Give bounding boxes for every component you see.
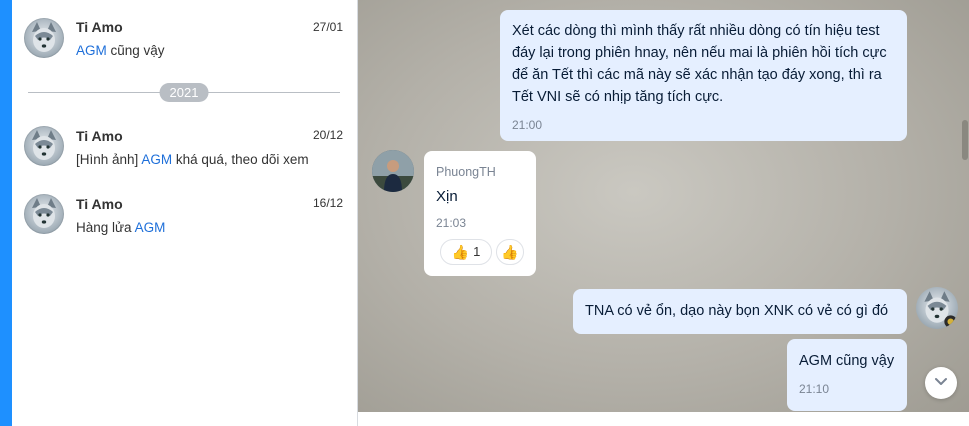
message-text: Xịn <box>436 188 458 205</box>
preview-prefix: Hàng lửa <box>76 220 135 235</box>
keyword-highlight: AGM <box>141 152 173 167</box>
message-time: 21:10 <box>799 382 830 396</box>
person-avatar[interactable] <box>372 150 414 192</box>
year-label: 2021 <box>159 83 209 102</box>
conversation-preview: AGM cũng vậy <box>76 43 165 58</box>
add-reaction-button[interactable]: 👍 <box>496 239 524 265</box>
keyword-highlight: AGM <box>76 43 107 58</box>
chat-panel: Xét các dòng thì mình thấy rất nhiều dòn… <box>357 0 969 426</box>
conversation-date: 16/12 <box>312 196 343 210</box>
sender-name: PhuongTH <box>436 165 496 179</box>
preview-prefix: [Hình ảnh] <box>76 152 142 167</box>
conversation-name: Ti Amo <box>76 19 123 35</box>
conversation-item[interactable]: Ti Amo 20/12 [Hình ảnh] AGM khá quá, the… <box>12 120 357 184</box>
conversation-preview: [Hình ảnh] AGM khá quá, theo dõi xem <box>76 152 309 167</box>
thumbs-up-icon: 👍 <box>451 244 470 260</box>
thumbs-up-icon: 👍 <box>501 244 519 260</box>
message-bubble[interactable]: AGM cũng vậy 21:10 <box>787 339 907 411</box>
husky-dog-avatar <box>24 194 64 234</box>
year-divider: 2021 <box>28 83 340 103</box>
scroll-down-button[interactable] <box>925 367 957 399</box>
conversation-date: 27/01 <box>312 20 343 34</box>
message-time: 21:03 <box>436 216 467 230</box>
conversation-preview: Hàng lửa AGM <box>76 220 165 235</box>
message-text: TNA có vẻ ổn, dạo này bọn XNK có vẻ có g… <box>585 303 889 319</box>
conversation-name: Ti Amo <box>76 196 123 212</box>
message-bubble[interactable]: PhuongTH Xịn 21:03 👍 1 👍 <box>424 151 536 276</box>
message-text: AGM cũng vậy <box>799 353 895 369</box>
composer-area <box>358 412 969 426</box>
husky-dog-avatar <box>24 18 64 58</box>
husky-dog-avatar <box>24 126 64 166</box>
chevron-down-icon <box>933 373 949 394</box>
message-text: Xét các dòng thì mình thấy rất nhiều dòn… <box>512 23 887 105</box>
scrollbar-thumb[interactable] <box>962 120 968 160</box>
preview-suffix: khá quá, theo dõi xem <box>172 152 309 167</box>
message-time: 21:00 <box>512 118 543 132</box>
preview-suffix: cũng vậy <box>106 43 165 58</box>
reaction-count-button[interactable]: 👍 1 <box>440 239 492 265</box>
conversation-name: Ti Amo <box>76 128 123 144</box>
conversation-item[interactable]: Ti Amo 27/01 AGM cũng vậy <box>12 12 357 76</box>
husky-dog-avatar[interactable] <box>916 287 958 329</box>
conversation-list: Ti Amo 27/01 AGM cũng vậy 2021 Ti Amo 20… <box>12 0 357 426</box>
sidebar-accent-bar <box>0 0 12 426</box>
keyword-highlight: AGM <box>134 220 166 235</box>
reaction-count: 1 <box>473 244 481 259</box>
message-bubble[interactable]: TNA có vẻ ổn, dạo này bọn XNK có vẻ có g… <box>573 289 907 334</box>
message-bubble[interactable]: Xét các dòng thì mình thấy rất nhiều dòn… <box>500 10 907 141</box>
conversation-date: 20/12 <box>312 128 343 142</box>
conversation-item[interactable]: Ti Amo 16/12 Hàng lửa AGM <box>12 188 357 252</box>
